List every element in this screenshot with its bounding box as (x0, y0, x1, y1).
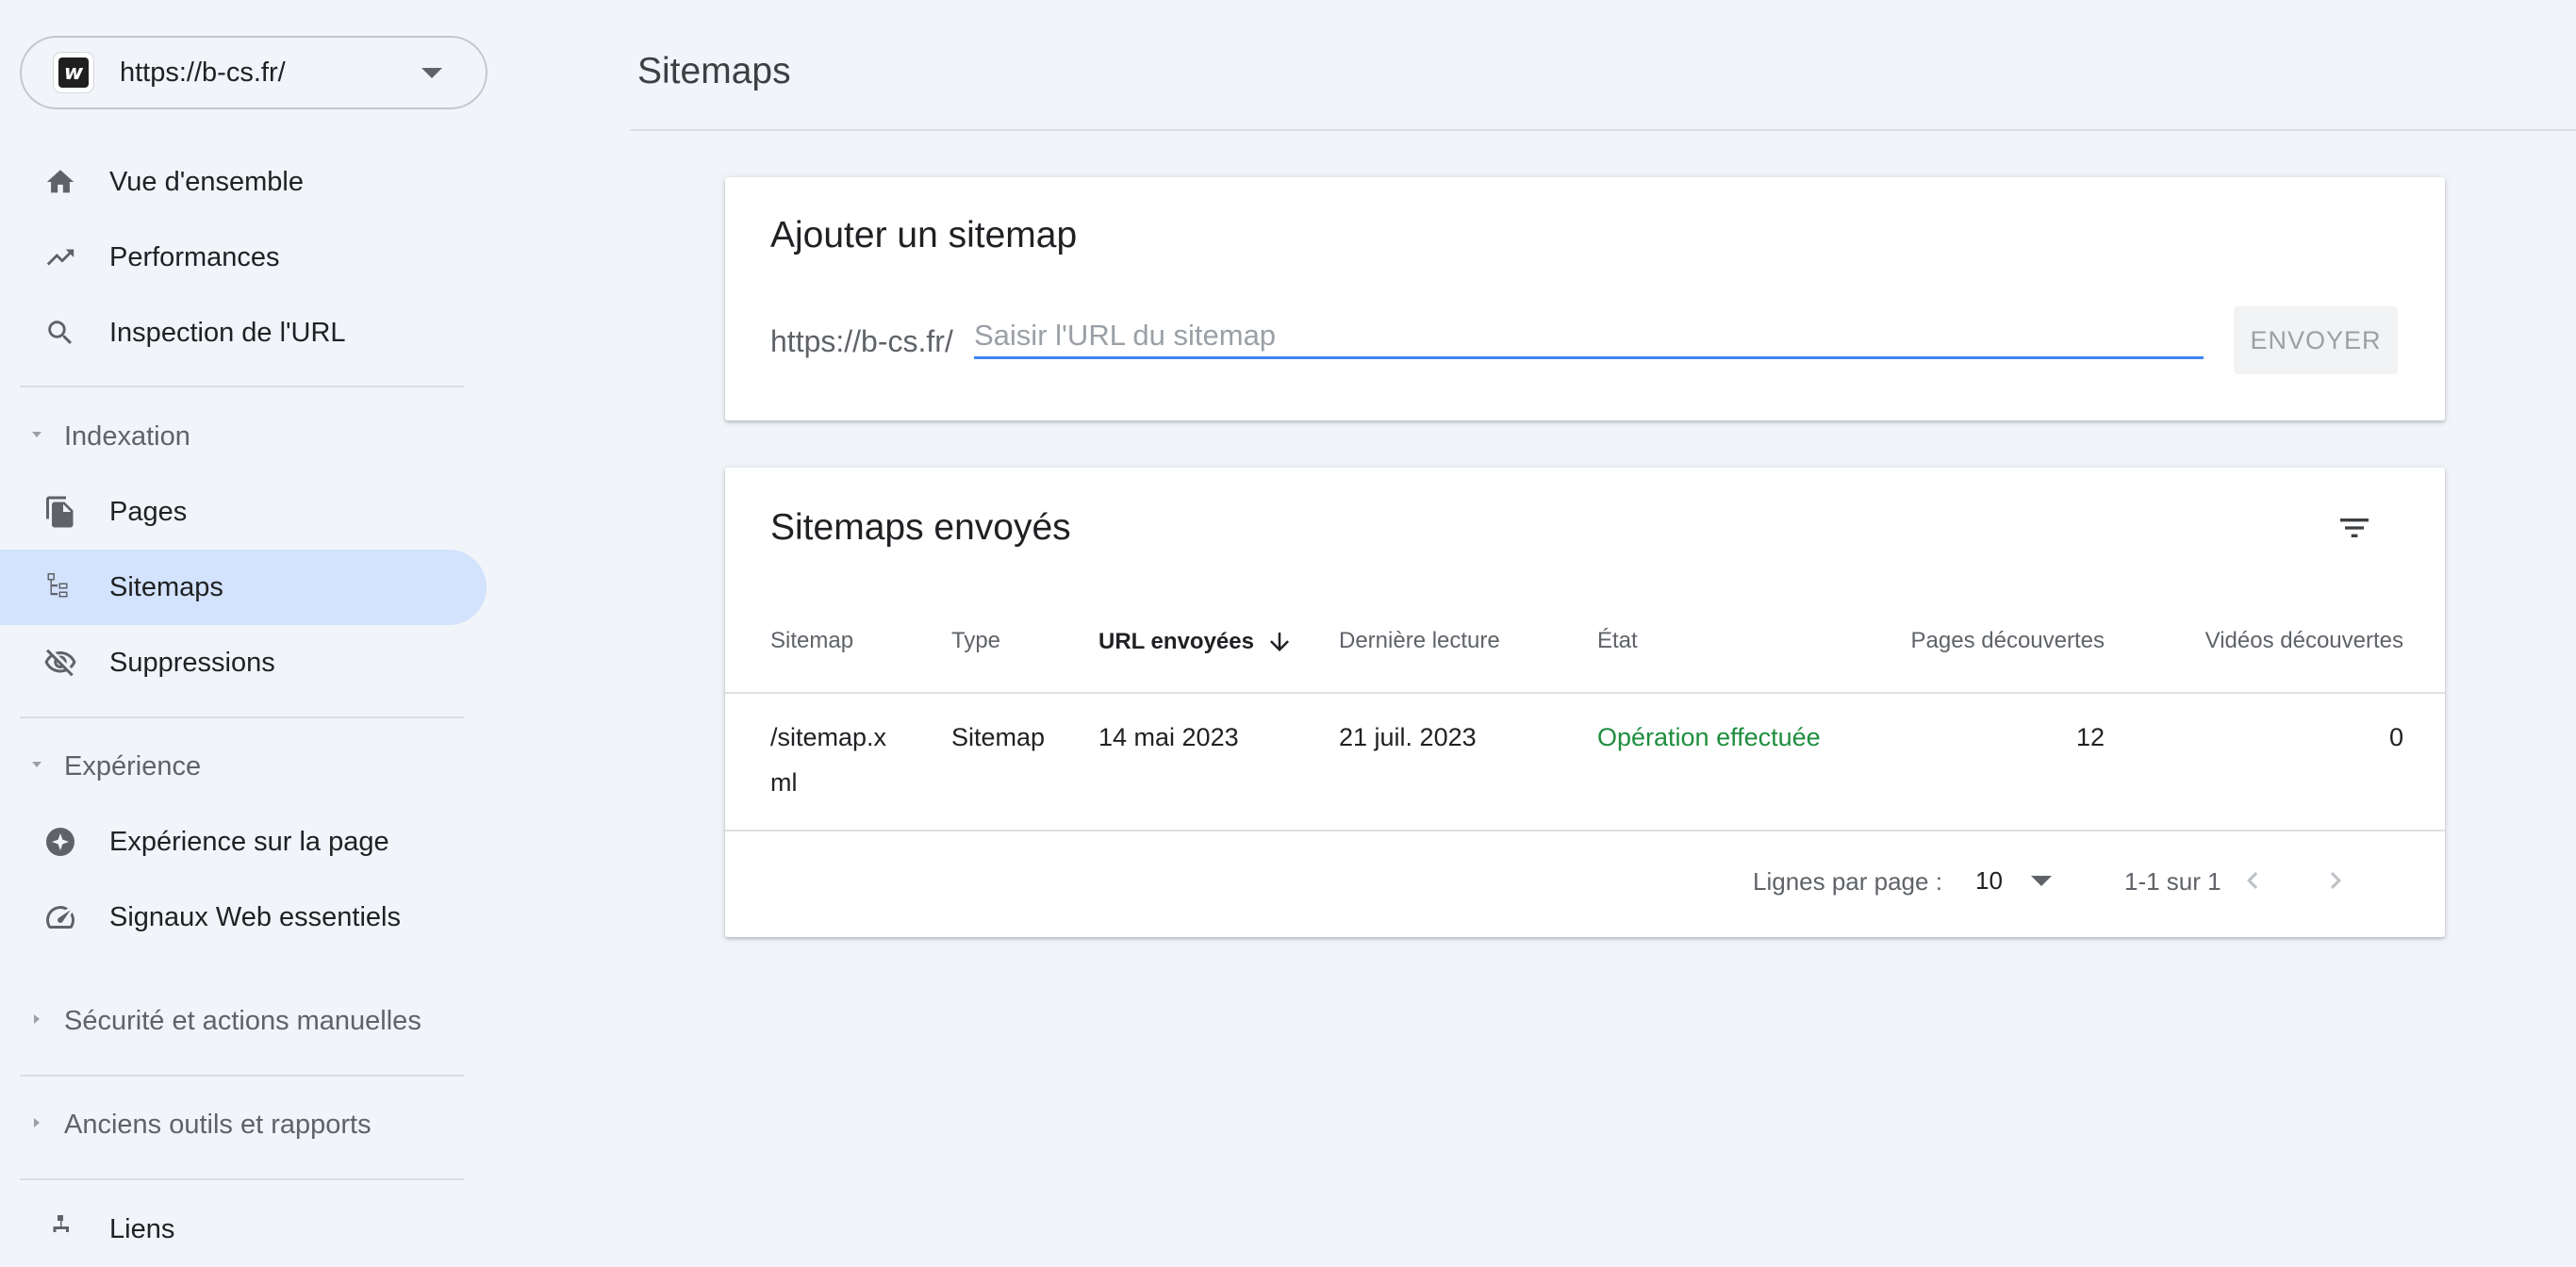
nav-item-core-web-vitals[interactable]: Signaux Web essentiels (0, 880, 487, 955)
cell-last-read: 21 juil. 2023 (1339, 723, 1477, 751)
chevron-left-icon (2236, 864, 2270, 902)
nav-item-removals[interactable]: Suppressions (0, 625, 487, 700)
section-experience[interactable]: Expérience (0, 733, 487, 799)
section-label: Anciens outils et rapports (64, 1109, 372, 1140)
sitemap-url-input[interactable] (974, 315, 2204, 359)
rows-per-page-label: Lignes par page : (1753, 867, 1942, 896)
chevron-right-icon (2319, 864, 2353, 902)
previous-page-button[interactable] (2228, 858, 2277, 907)
nav-label: Liens (109, 1213, 175, 1244)
nav-label: Signaux Web essentiels (109, 901, 401, 932)
speedometer-icon (41, 898, 79, 936)
nav-label: Pages (109, 496, 188, 527)
dropdown-caret-icon (2030, 875, 2052, 886)
next-page-button[interactable] (2311, 858, 2360, 907)
pagination-range: 1-1 sur 1 (2124, 867, 2221, 896)
caret-right-icon (29, 1115, 44, 1135)
header-divider (630, 129, 2576, 131)
column-header-label: URL envoyées (1098, 629, 1254, 654)
section-label: Indexation (64, 420, 190, 452)
copy-pages-icon (41, 493, 79, 531)
section-indexing[interactable]: Indexation (0, 403, 487, 469)
column-header-sitemap[interactable]: Sitemap (770, 628, 853, 654)
filter-icon (2336, 509, 2373, 551)
nav-item-url-inspection[interactable]: Inspection de l'URL (0, 295, 487, 370)
add-sitemap-card: Ajouter un sitemap https://b-cs.fr/ ENVO… (725, 177, 2445, 420)
rows-per-page-select[interactable]: 10 (1975, 858, 2068, 903)
section-label: Sécurité et actions manuelles (64, 1005, 421, 1036)
header-row-divider (725, 692, 2445, 694)
nav-item-overview[interactable]: Vue d'ensemble (0, 144, 487, 220)
cell-submitted: 14 mai 2023 (1098, 723, 1239, 751)
column-header-status[interactable]: État (1597, 628, 1638, 654)
section-security[interactable]: Sécurité et actions manuelles (0, 988, 487, 1054)
caret-down-icon (29, 427, 44, 447)
nav-label: Expérience sur la page (109, 826, 389, 857)
submit-sitemap-button[interactable]: ENVOYER (2234, 306, 2398, 374)
arrow-down-icon (1265, 628, 1294, 656)
cell-pages: 12 (2075, 723, 2105, 751)
nav-item-performance[interactable]: Performances (0, 220, 487, 295)
caret-down-icon (29, 757, 44, 777)
nav-label: Performances (109, 241, 280, 272)
caret-right-icon (29, 1012, 44, 1031)
nav-label: Suppressions (109, 647, 275, 678)
filter-button[interactable] (2328, 503, 2381, 556)
row-divider (725, 830, 2445, 831)
cell-type: Sitemap (951, 723, 1046, 751)
submitted-sitemaps-card: Sitemaps envoyés Sitemap Type URL envoyé… (725, 468, 2445, 937)
site-favicon: w (54, 53, 93, 92)
cell-videos: 0 (2388, 723, 2403, 751)
divider (20, 716, 464, 718)
nav-label: Vue d'ensemble (109, 166, 304, 197)
sidebar: w https://b-cs.fr/ Vue d'ensemble Perfor… (0, 0, 490, 1244)
page-title: Sitemaps (637, 51, 791, 91)
home-icon (41, 163, 79, 201)
nav-item-page-experience[interactable]: Expérience sur la page (0, 804, 487, 880)
visibility-off-icon (41, 644, 79, 682)
divider (20, 1178, 464, 1180)
nav-label: Sitemaps (109, 571, 223, 602)
sitemap-url-prefix: https://b-cs.fr/ (770, 324, 953, 358)
search-icon (41, 314, 79, 352)
property-url: https://b-cs.fr/ (120, 57, 286, 88)
column-header-videos[interactable]: Vidéos découvertes (2158, 628, 2403, 654)
cell-sitemap-line: ml (770, 768, 798, 797)
column-header-type[interactable]: Type (951, 628, 1000, 654)
add-sitemap-title: Ajouter un sitemap (770, 215, 1078, 255)
page-experience-icon (41, 823, 79, 861)
cell-sitemap-line: /sitemap.x (770, 723, 887, 751)
sitemap-tree-icon (41, 568, 79, 606)
rows-per-page-value: 10 (1975, 865, 2003, 895)
nav-label: Inspection de l'URL (109, 317, 346, 348)
section-label: Expérience (64, 750, 202, 782)
nav-item-sitemaps[interactable]: Sitemaps (0, 550, 487, 625)
cell-status: Opération effectuée (1597, 723, 1821, 751)
dropdown-caret-icon (421, 67, 442, 78)
trending-up-icon (41, 239, 79, 276)
favicon-letter: w (58, 58, 89, 88)
column-header-submitted[interactable]: URL envoyées (1098, 628, 1294, 656)
links-icon (41, 1210, 79, 1248)
nav-item-links[interactable]: Liens (0, 1192, 487, 1267)
column-header-last-read[interactable]: Dernière lecture (1339, 628, 1500, 654)
section-legacy-tools[interactable]: Anciens outils et rapports (0, 1092, 487, 1158)
divider (20, 386, 464, 387)
divider (20, 1075, 464, 1077)
column-header-pages[interactable]: Pages découvertes (1857, 628, 2105, 654)
submitted-sitemaps-title: Sitemaps envoyés (770, 507, 1071, 548)
cell-sitemap: /sitemap.x ml (770, 715, 886, 805)
nav-item-pages[interactable]: Pages (0, 474, 487, 550)
property-selector[interactable]: w https://b-cs.fr/ (20, 36, 487, 109)
